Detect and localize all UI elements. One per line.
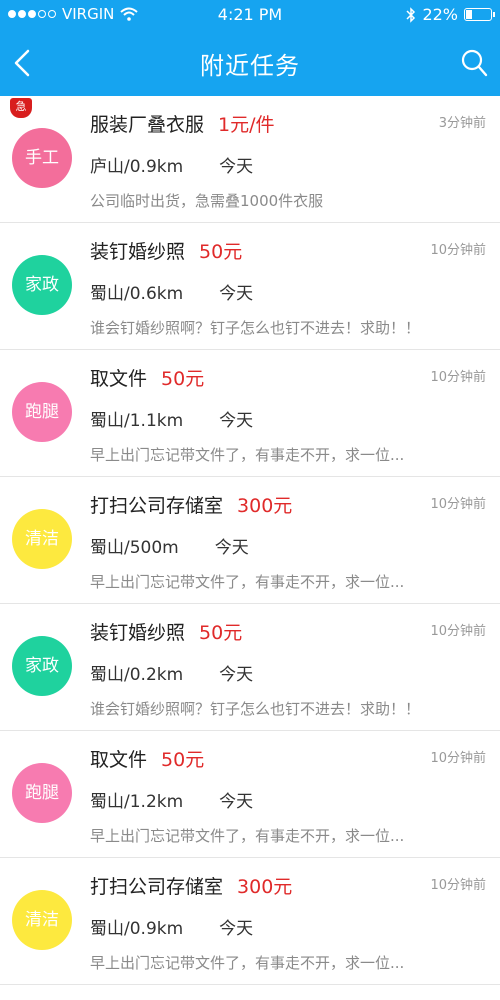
task-row[interactable]: 手工 急 服装厂叠衣服 1元/件 3分钟前 庐山/0.9km 今天 公司临时出货，… [0, 96, 500, 223]
posted-time: 10分钟前 [430, 751, 486, 766]
task-date: 今天 [219, 411, 254, 431]
task-location: 蜀山/0.2km [90, 665, 184, 685]
task-row[interactable]: 家政 装钉婚纱照 50元 10分钟前 蜀山/0.2km 今天 谁会钉婚纱照啊？钉… [0, 604, 500, 731]
title-line: 装钉婚纱照 50元 [90, 237, 242, 264]
task-title: 打扫公司存储室 [90, 495, 224, 517]
meta-line: 蜀山/1.2km 今天 [90, 787, 253, 812]
task-description: 公司临时出货，急需叠1000件衣服 [90, 192, 324, 210]
task-price: 50元 [199, 241, 243, 263]
task-description: 谁会钉婚纱照啊？钉子怎么也钉不进去！求助！！ [90, 319, 421, 337]
bluetooth-icon [406, 6, 416, 23]
category-avatar: 家政 [12, 636, 72, 696]
task-row[interactable]: 清洁 打扫公司存储室 300元 10分钟前 蜀山/0.9km 今天 早上出门忘记… [0, 858, 500, 985]
task-location: 蜀山/1.1km [90, 411, 184, 431]
task-location: 蜀山/500m [90, 538, 179, 558]
meta-line: 庐山/0.9km 今天 [90, 152, 253, 177]
meta-line: 蜀山/500m 今天 [90, 533, 249, 558]
title-line: 取文件 50元 [90, 745, 204, 772]
task-title: 服装厂叠衣服 [90, 114, 205, 136]
task-location: 蜀山/1.2km [90, 792, 184, 812]
battery-percent: 22% [422, 5, 458, 24]
category-avatar: 家政 [12, 255, 72, 315]
meta-line: 蜀山/0.9km 今天 [90, 914, 253, 939]
task-title: 装钉婚纱照 [90, 622, 186, 644]
title-line: 服装厂叠衣服 1元/件 [90, 110, 275, 137]
urgent-badge: 急 [10, 98, 32, 118]
task-price: 1元/件 [218, 114, 275, 136]
task-description: 早上出门忘记带文件了，有事走不开，求一位... [90, 827, 405, 845]
meta-line: 蜀山/1.1km 今天 [90, 406, 253, 431]
task-price: 50元 [199, 622, 243, 644]
task-price: 50元 [161, 749, 205, 771]
task-title: 取文件 [90, 749, 148, 771]
task-description: 谁会钉婚纱照啊？钉子怎么也钉不进去！求助！！ [90, 700, 421, 718]
status-bar: VIRGIN 4:21 PM 22% [0, 0, 500, 30]
task-title: 打扫公司存储室 [90, 876, 224, 898]
title-line: 打扫公司存储室 300元 [90, 872, 292, 899]
task-date: 今天 [219, 919, 254, 939]
task-row[interactable]: 跑腿 取文件 50元 10分钟前 蜀山/1.1km 今天 早上出门忘记带文件了，… [0, 350, 500, 477]
battery-icon [464, 8, 495, 21]
task-description: 早上出门忘记带文件了，有事走不开，求一位... [90, 573, 405, 591]
category-avatar: 手工 [12, 128, 72, 188]
nav-bar: 附近任务 [0, 30, 500, 96]
task-location: 蜀山/0.6km [90, 284, 184, 304]
task-row[interactable]: 家政 装钉婚纱照 50元 10分钟前 蜀山/0.6km 今天 谁会钉婚纱照啊？钉… [0, 223, 500, 350]
posted-time: 3分钟前 [438, 116, 486, 131]
task-title: 装钉婚纱照 [90, 241, 186, 263]
task-date: 今天 [219, 284, 254, 304]
title-line: 装钉婚纱照 50元 [90, 618, 242, 645]
task-description: 早上出门忘记带文件了，有事走不开，求一位... [90, 954, 405, 972]
search-icon[interactable] [460, 48, 488, 78]
meta-line: 蜀山/0.6km 今天 [90, 279, 253, 304]
task-price: 300元 [237, 876, 293, 898]
category-avatar: 跑腿 [12, 763, 72, 823]
task-location: 蜀山/0.9km [90, 919, 184, 939]
posted-time: 10分钟前 [430, 624, 486, 639]
task-date: 今天 [219, 792, 254, 812]
task-price: 50元 [161, 368, 205, 390]
title-line: 打扫公司存储室 300元 [90, 491, 292, 518]
page-title: 附近任务 [200, 52, 300, 80]
task-price: 300元 [237, 495, 293, 517]
task-row[interactable]: 清洁 打扫公司存储室 300元 10分钟前 蜀山/500m 今天 早上出门忘记带… [0, 477, 500, 604]
battery-fill [466, 10, 472, 19]
task-location: 庐山/0.9km [90, 157, 184, 177]
status-right: 22% [406, 5, 495, 24]
posted-time: 10分钟前 [430, 878, 486, 893]
meta-line: 蜀山/0.2km 今天 [90, 660, 253, 685]
category-avatar: 跑腿 [12, 382, 72, 442]
category-avatar: 清洁 [12, 890, 72, 950]
task-row[interactable]: 跑腿 取文件 50元 10分钟前 蜀山/1.2km 今天 早上出门忘记带文件了，… [0, 731, 500, 858]
task-list: 手工 急 服装厂叠衣服 1元/件 3分钟前 庐山/0.9km 今天 公司临时出货，… [0, 96, 500, 985]
posted-time: 10分钟前 [430, 243, 486, 258]
task-title: 取文件 [90, 368, 148, 390]
posted-time: 10分钟前 [430, 370, 486, 385]
title-line: 取文件 50元 [90, 364, 204, 391]
task-date: 今天 [219, 157, 254, 177]
category-avatar: 清洁 [12, 509, 72, 569]
posted-time: 10分钟前 [430, 497, 486, 512]
task-description: 早上出门忘记带文件了，有事走不开，求一位... [90, 446, 405, 464]
task-date: 今天 [219, 665, 254, 685]
task-date: 今天 [214, 538, 249, 558]
